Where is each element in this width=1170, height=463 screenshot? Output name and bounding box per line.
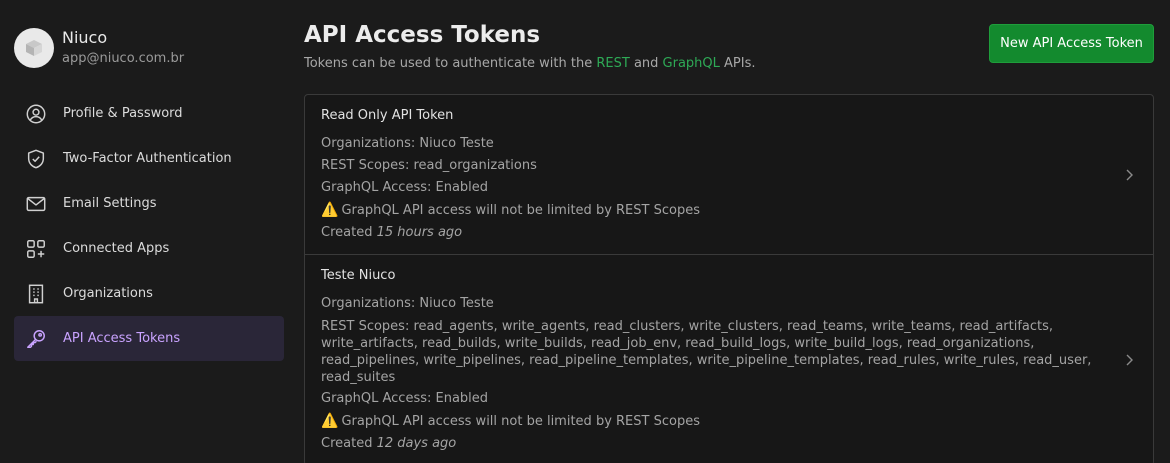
sidebar-item-two-factor[interactable]: Two-Factor Authentication	[14, 136, 284, 181]
token-graphql-access: GraphQL Access: Enabled	[321, 391, 489, 406]
warning-icon: ⚠️	[321, 413, 339, 429]
token-name: Read Only API Token	[321, 108, 454, 123]
user-name: Niuco	[62, 28, 108, 47]
token-row[interactable]: Teste Niuco Organizations: Niuco Teste R…	[305, 254, 1153, 463]
subtitle-text: and	[629, 56, 663, 71]
sidebar-item-label: Connected Apps	[63, 241, 170, 256]
token-name: Teste Niuco	[321, 268, 396, 283]
token-organizations: Organizations: Niuco Teste	[321, 296, 494, 311]
warning-text: GraphQL API access will not be limited b…	[341, 414, 700, 429]
token-warning: ⚠️ GraphQL API access will not be limited…	[321, 199, 1113, 222]
sidebar-item-label: API Access Tokens	[63, 331, 181, 346]
envelope-icon	[24, 192, 48, 216]
token-organizations: Organizations: Niuco Teste	[321, 136, 494, 151]
sidebar-item-email-settings[interactable]: Email Settings	[14, 181, 284, 226]
sidebar-item-label: Two-Factor Authentication	[63, 151, 232, 166]
user-circle-icon	[24, 102, 48, 126]
created-time: 15 hours ago	[376, 225, 463, 240]
sidebar: Niuco app@niuco.com.br Profile & Passwor…	[0, 0, 290, 463]
user-email: app@niuco.com.br	[62, 51, 185, 66]
token-warning: ⚠️ GraphQL API access will not be limited…	[321, 410, 1113, 433]
sidebar-nav: Profile & Password Two-Factor Authentica…	[14, 91, 284, 361]
created-label: Created	[321, 225, 377, 240]
avatar-logo-icon	[26, 39, 42, 56]
warning-icon: ⚠️	[321, 202, 339, 218]
sidebar-item-label: Profile & Password	[63, 106, 183, 121]
user-profile: Niuco app@niuco.com.br	[14, 27, 184, 68]
shield-check-icon	[24, 147, 48, 171]
token-created: Created 12 days ago	[321, 433, 1113, 455]
sidebar-item-profile-password[interactable]: Profile & Password	[14, 91, 284, 136]
subtitle-text: Tokens can be used to authenticate with …	[304, 56, 597, 71]
created-time: 12 days ago	[376, 436, 457, 451]
created-label: Created	[321, 436, 377, 451]
warning-text: GraphQL API access will not be limited b…	[341, 203, 700, 218]
sidebar-item-organizations[interactable]: Organizations	[14, 271, 284, 316]
building-icon	[24, 282, 48, 306]
apps-grid-icon	[24, 237, 48, 261]
token-graphql-access: GraphQL Access: Enabled	[321, 180, 489, 195]
sidebar-item-connected-apps[interactable]: Connected Apps	[14, 226, 284, 271]
chevron-right-icon	[1126, 169, 1133, 180]
avatar	[14, 27, 54, 68]
graphql-link[interactable]: GraphQL	[663, 56, 720, 71]
sidebar-item-label: Organizations	[63, 286, 153, 301]
token-rest-scopes: REST Scopes: read_agents, write_agents, …	[321, 319, 1092, 385]
chevron-right-icon	[1126, 354, 1133, 366]
token-rest-scopes: REST Scopes: read_organizations	[321, 158, 537, 173]
new-api-access-token-button[interactable]: New API Access Token	[989, 24, 1154, 63]
sidebar-item-label: Email Settings	[63, 196, 157, 211]
token-row[interactable]: Read Only API Token Organizations: Niuco…	[305, 95, 1153, 254]
page-subtitle: Tokens can be used to authenticate with …	[304, 56, 756, 71]
token-list: Read Only API Token Organizations: Niuco…	[304, 94, 1154, 463]
sidebar-item-api-access-tokens[interactable]: API Access Tokens	[14, 316, 284, 361]
rest-link[interactable]: REST	[596, 56, 629, 71]
token-created: Created 15 hours ago	[321, 222, 1113, 244]
subtitle-text: APIs.	[719, 56, 756, 71]
page-title: API Access Tokens	[304, 22, 541, 48]
key-icon	[24, 327, 48, 351]
